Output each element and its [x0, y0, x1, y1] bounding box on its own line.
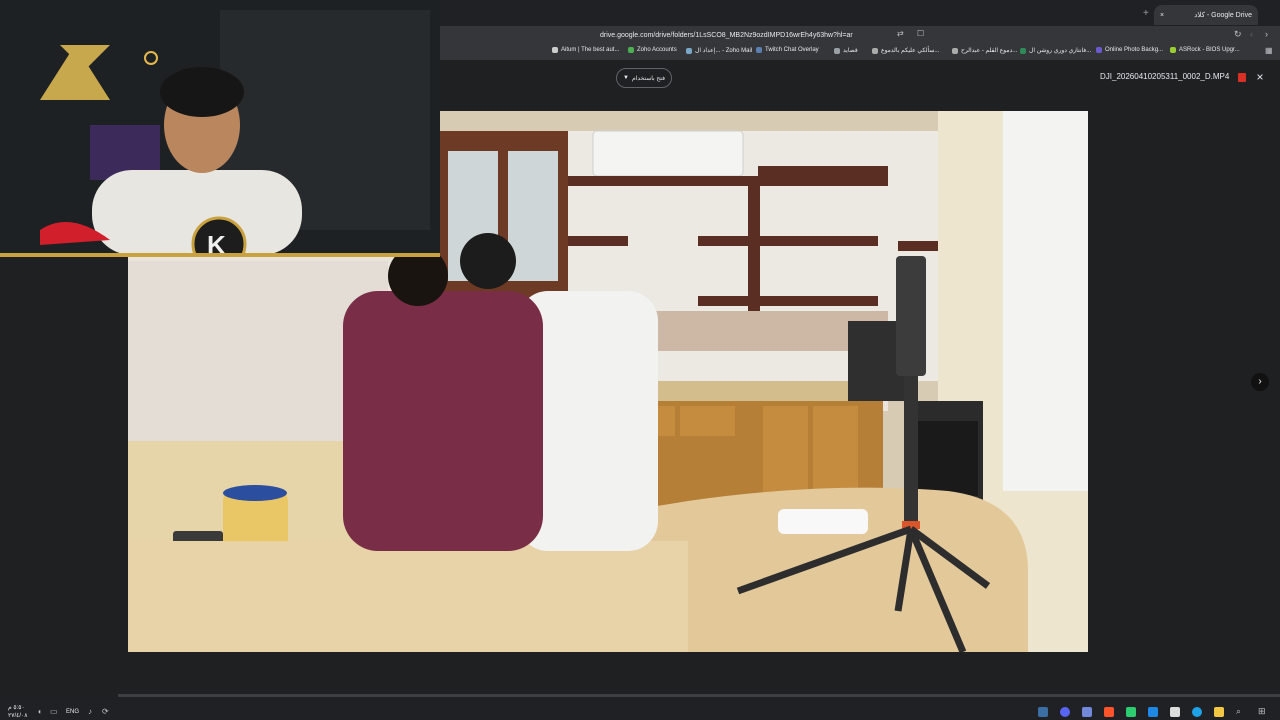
bookmark-item[interactable]: فانتازي دوري روشن ال... — [1020, 47, 1091, 54]
video-file-icon — [1238, 73, 1246, 82]
bookmark-star-icon[interactable]: ☐ — [917, 29, 924, 38]
bookmark-item[interactable]: سألكي عليكم بالدموع... — [872, 47, 939, 54]
volume-icon[interactable]: ◖ — [37, 707, 42, 716]
mail-icon[interactable] — [1148, 707, 1158, 717]
bookmark-item[interactable]: Aitum | The best aut... — [552, 47, 619, 53]
pen-icon — [952, 47, 958, 54]
webcam-feed: K — [0, 0, 440, 255]
folder-icon — [834, 47, 840, 54]
video-progress-bar[interactable] — [118, 694, 1280, 697]
webcam-overlay: K — [0, 0, 440, 255]
pen-icon — [872, 47, 878, 54]
open-with-button[interactable]: ▼ فتح باستخدام — [616, 68, 672, 88]
browser-tab[interactable]: × كلاد - Google Drive — [1154, 5, 1258, 25]
asrock-icon — [1170, 47, 1176, 53]
language-indicator[interactable]: ENG — [66, 709, 79, 715]
bookmark-item[interactable]: دموع القلم - عبدالرح... — [952, 47, 1017, 54]
next-file-button[interactable]: › — [1251, 373, 1269, 391]
windows-start-icon[interactable]: ⊞ — [1258, 706, 1266, 717]
webcam-gold-border — [0, 253, 440, 257]
reload-icon[interactable]: ↻ — [1234, 29, 1242, 40]
steam-icon[interactable] — [1038, 707, 1048, 717]
file-explorer-icon[interactable] — [1214, 707, 1224, 717]
store-icon[interactable] — [1170, 707, 1180, 717]
aitum-icon — [552, 47, 558, 53]
bookmark-item[interactable]: ASRock - BIOS Upgr... — [1170, 47, 1240, 53]
bookmark-item[interactable]: Online Photo Backg... — [1096, 47, 1163, 53]
fantasy-icon — [1020, 47, 1026, 54]
bookmark-item[interactable]: Zoho Accounts — [628, 47, 677, 53]
new-tab-button[interactable]: + — [1143, 8, 1149, 19]
back-icon[interactable]: ‹ — [1250, 29, 1253, 39]
all-bookmarks-icon[interactable]: ▦ — [1265, 46, 1273, 55]
display-icon[interactable]: ▭ — [50, 707, 58, 716]
chevron-down-icon: ▼ — [623, 75, 629, 81]
search-icon[interactable]: ⌕ — [1236, 706, 1241, 717]
tab-title: كلاد - Google Drive — [1194, 12, 1252, 19]
site-settings-icon[interactable]: ⇄ — [897, 29, 904, 38]
zoho-icon — [628, 47, 634, 53]
microphone-icon[interactable]: ♪ — [88, 707, 92, 716]
discord-icon[interactable] — [1082, 707, 1092, 717]
file-name: DJI_20260410205311_0002_D.MP4 — [1100, 72, 1230, 81]
brave-icon[interactable] — [1104, 707, 1114, 717]
zoho-icon — [686, 47, 692, 54]
photo-icon — [1096, 47, 1102, 53]
twitch-icon — [756, 47, 762, 53]
app-icon[interactable] — [1126, 707, 1136, 717]
edge-icon[interactable] — [1192, 707, 1202, 717]
taskbar-time: ٥:٥٠ م — [8, 705, 25, 711]
open-with-label: فتح باستخدام — [631, 75, 665, 82]
obs-icon[interactable] — [1060, 707, 1070, 717]
bookmark-item[interactable]: Twitch Chat Overlay — [756, 47, 819, 53]
bookmark-item[interactable]: إعداد ال... - Zoho Mail — [686, 47, 752, 54]
close-preview-button[interactable]: × — [1254, 70, 1266, 84]
taskbar-date: ٢٧/٤/٠٨ — [8, 713, 28, 719]
sync-icon[interactable]: ⟳ — [102, 707, 109, 716]
address-bar[interactable]: drive.google.com/drive/folders/1LsSCO8_M… — [600, 28, 900, 42]
svg-text:K: K — [207, 230, 226, 255]
forward-icon[interactable]: › — [1265, 29, 1268, 39]
bookmark-item[interactable]: قصايد — [834, 47, 858, 54]
tab-close-icon[interactable]: × — [1160, 12, 1164, 19]
